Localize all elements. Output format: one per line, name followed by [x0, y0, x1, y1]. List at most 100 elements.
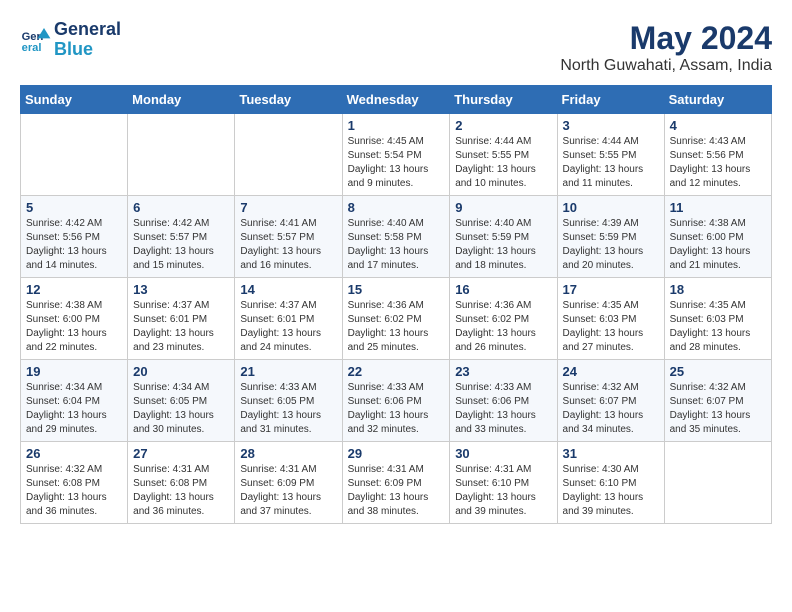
calendar-cell: 20 Sunrise: 4:34 AMSunset: 6:05 PMDayligh…: [128, 360, 235, 442]
day-number: 31: [563, 446, 659, 461]
day-number: 9: [455, 200, 551, 215]
day-number: 15: [348, 282, 445, 297]
calendar-cell: 6 Sunrise: 4:42 AMSunset: 5:57 PMDaylight…: [128, 196, 235, 278]
day-number: 5: [26, 200, 122, 215]
day-number: 1: [348, 118, 445, 133]
day-number: 24: [563, 364, 659, 379]
calendar-cell: [664, 442, 771, 524]
calendar-cell: 2Sunrise: 4:44 AMSunset: 5:55 PMDaylight…: [450, 114, 557, 196]
day-info: Sunrise: 4:38 AMSunset: 6:00 PMDaylight:…: [670, 217, 766, 273]
calendar-cell: 25 Sunrise: 4:32 AMSunset: 6:07 PMDayligh…: [664, 360, 771, 442]
weekday-header: Friday: [557, 86, 664, 114]
day-info: Sunrise: 4:45 AMSunset: 5:54 PMDaylight:…: [348, 135, 445, 191]
calendar-week-row: 1 Sunrise: 4:45 AMSunset: 5:54 PMDaylight…: [21, 114, 772, 196]
day-info: Sunrise: 4:32 AMSunset: 6:08 PMDaylight:…: [26, 463, 122, 519]
day-info: Sunrise: 4:35 AMSunset: 6:03 PMDaylight:…: [670, 299, 766, 355]
calendar-cell: 26 Sunrise: 4:32 AMSunset: 6:08 PMDayligh…: [21, 442, 128, 524]
calendar-cell: 13Sunrise: 4:37 AMSunset: 6:01 PMDayligh…: [128, 278, 235, 360]
calendar-cell: 31 Sunrise: 4:30 AMSunset: 6:10 PMDayligh…: [557, 442, 664, 524]
calendar-cell: 11 Sunrise: 4:38 AMSunset: 6:00 PMDayligh…: [664, 196, 771, 278]
calendar-cell: 17Sunrise: 4:35 AMSunset: 6:03 PMDayligh…: [557, 278, 664, 360]
title-area: May 2024 North Guwahati, Assam, India: [560, 20, 772, 75]
day-info: Sunrise: 4:33 AMSunset: 6:06 PMDaylight:…: [348, 381, 445, 437]
day-number: 12: [26, 282, 122, 297]
calendar-cell: 19 Sunrise: 4:34 AMSunset: 6:04 PMDayligh…: [21, 360, 128, 442]
day-number: 23: [455, 364, 551, 379]
day-info: Sunrise: 4:44 AMSunset: 5:55 PMDaylight:…: [563, 135, 659, 191]
calendar-week-row: 5 Sunrise: 4:42 AMSunset: 5:56 PMDaylight…: [21, 196, 772, 278]
calendar-cell: 14 Sunrise: 4:37 AMSunset: 6:01 PMDayligh…: [235, 278, 342, 360]
logo-text: General Blue: [54, 20, 121, 60]
day-number: 14: [240, 282, 336, 297]
day-number: 13: [133, 282, 229, 297]
weekday-header: Sunday: [21, 86, 128, 114]
day-number: 27: [133, 446, 229, 461]
calendar-cell: 15Sunrise: 4:36 AMSunset: 6:02 PMDayligh…: [342, 278, 450, 360]
day-number: 10: [563, 200, 659, 215]
day-number: 20: [133, 364, 229, 379]
calendar: SundayMondayTuesdayWednesdayThursdayFrid…: [20, 85, 772, 524]
weekday-header: Wednesday: [342, 86, 450, 114]
day-info: Sunrise: 4:33 AMSunset: 6:06 PMDaylight:…: [455, 381, 551, 437]
day-number: 22: [348, 364, 445, 379]
day-number: 25: [670, 364, 766, 379]
logo-icon: Gen eral: [20, 24, 52, 56]
day-info: Sunrise: 4:33 AMSunset: 6:05 PMDaylight:…: [240, 381, 336, 437]
weekday-header-row: SundayMondayTuesdayWednesdayThursdayFrid…: [21, 86, 772, 114]
day-info: Sunrise: 4:31 AMSunset: 6:10 PMDaylight:…: [455, 463, 551, 519]
calendar-week-row: 12 Sunrise: 4:38 AMSunset: 6:00 PMDayligh…: [21, 278, 772, 360]
day-info: Sunrise: 4:42 AMSunset: 5:56 PMDaylight:…: [26, 217, 122, 273]
calendar-week-row: 19 Sunrise: 4:34 AMSunset: 6:04 PMDayligh…: [21, 360, 772, 442]
header: Gen eral General Blue May 2024 North Guw…: [20, 20, 772, 75]
day-number: 28: [240, 446, 336, 461]
day-number: 19: [26, 364, 122, 379]
calendar-week-row: 26 Sunrise: 4:32 AMSunset: 6:08 PMDayligh…: [21, 442, 772, 524]
calendar-cell: 23 Sunrise: 4:33 AMSunset: 6:06 PMDayligh…: [450, 360, 557, 442]
weekday-header: Monday: [128, 86, 235, 114]
day-number: 6: [133, 200, 229, 215]
logo: Gen eral General Blue: [20, 20, 121, 60]
main-title: May 2024: [560, 20, 772, 57]
day-info: Sunrise: 4:34 AMSunset: 6:05 PMDaylight:…: [133, 381, 229, 437]
day-number: 7: [240, 200, 336, 215]
calendar-cell: [21, 114, 128, 196]
calendar-cell: 3 Sunrise: 4:44 AMSunset: 5:55 PMDaylight…: [557, 114, 664, 196]
calendar-cell: 22 Sunrise: 4:33 AMSunset: 6:06 PMDayligh…: [342, 360, 450, 442]
calendar-cell: 28 Sunrise: 4:31 AMSunset: 6:09 PMDayligh…: [235, 442, 342, 524]
subtitle: North Guwahati, Assam, India: [560, 57, 772, 75]
calendar-cell: 10Sunrise: 4:39 AMSunset: 5:59 PMDayligh…: [557, 196, 664, 278]
day-info: Sunrise: 4:31 AMSunset: 6:09 PMDaylight:…: [348, 463, 445, 519]
day-info: Sunrise: 4:32 AMSunset: 6:07 PMDaylight:…: [670, 381, 766, 437]
day-number: 29: [348, 446, 445, 461]
day-info: Sunrise: 4:41 AMSunset: 5:57 PMDaylight:…: [240, 217, 336, 273]
calendar-cell: [235, 114, 342, 196]
calendar-cell: 27Sunrise: 4:31 AMSunset: 6:08 PMDayligh…: [128, 442, 235, 524]
weekday-header: Tuesday: [235, 86, 342, 114]
calendar-cell: [128, 114, 235, 196]
calendar-cell: 5 Sunrise: 4:42 AMSunset: 5:56 PMDaylight…: [21, 196, 128, 278]
day-number: 3: [563, 118, 659, 133]
calendar-cell: 8 Sunrise: 4:40 AMSunset: 5:58 PMDaylight…: [342, 196, 450, 278]
day-info: Sunrise: 4:34 AMSunset: 6:04 PMDaylight:…: [26, 381, 122, 437]
day-number: 8: [348, 200, 445, 215]
calendar-cell: 21 Sunrise: 4:33 AMSunset: 6:05 PMDayligh…: [235, 360, 342, 442]
day-info: Sunrise: 4:40 AMSunset: 5:58 PMDaylight:…: [348, 217, 445, 273]
calendar-cell: 29 Sunrise: 4:31 AMSunset: 6:09 PMDayligh…: [342, 442, 450, 524]
day-number: 11: [670, 200, 766, 215]
calendar-cell: 7 Sunrise: 4:41 AMSunset: 5:57 PMDaylight…: [235, 196, 342, 278]
day-info: Sunrise: 4:38 AMSunset: 6:00 PMDaylight:…: [26, 299, 122, 355]
svg-text:eral: eral: [22, 42, 42, 54]
calendar-cell: 30Sunrise: 4:31 AMSunset: 6:10 PMDayligh…: [450, 442, 557, 524]
day-info: Sunrise: 4:37 AMSunset: 6:01 PMDaylight:…: [240, 299, 336, 355]
day-info: Sunrise: 4:36 AMSunset: 6:02 PMDaylight:…: [455, 299, 551, 355]
day-number: 2: [455, 118, 551, 133]
calendar-cell: 12 Sunrise: 4:38 AMSunset: 6:00 PMDayligh…: [21, 278, 128, 360]
day-number: 21: [240, 364, 336, 379]
day-info: Sunrise: 4:30 AMSunset: 6:10 PMDaylight:…: [563, 463, 659, 519]
day-number: 26: [26, 446, 122, 461]
day-info: Sunrise: 4:31 AMSunset: 6:09 PMDaylight:…: [240, 463, 336, 519]
calendar-cell: 4Sunrise: 4:43 AMSunset: 5:56 PMDaylight…: [664, 114, 771, 196]
day-number: 4: [670, 118, 766, 133]
day-number: 18: [670, 282, 766, 297]
day-info: Sunrise: 4:42 AMSunset: 5:57 PMDaylight:…: [133, 217, 229, 273]
